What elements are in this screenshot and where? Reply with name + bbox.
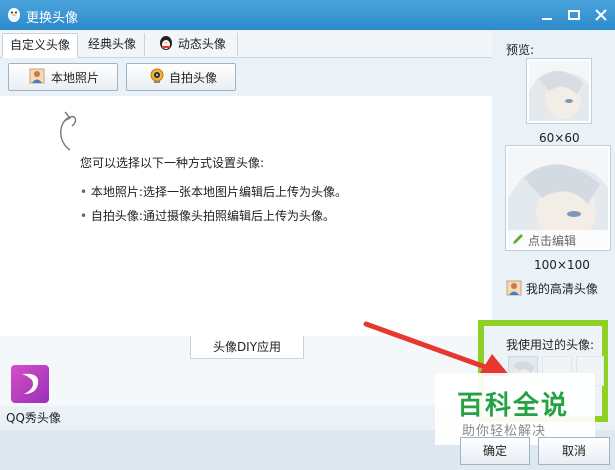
dynamic-penguin-icon — [160, 36, 172, 50]
watermark-box: 百科全说 助你轻松解决 — [435, 373, 595, 445]
bullet-text: 本地照片:选择一张本地图片编辑后上传为头像。 — [90, 185, 347, 199]
diy-tab[interactable]: 头像DIY应用 — [190, 336, 304, 359]
pencil-icon — [513, 234, 523, 244]
preview-small-size: 60×60 — [539, 131, 580, 145]
webcam-icon — [150, 68, 164, 83]
close-icon[interactable] — [590, 4, 612, 26]
tab-label: 动态头像 — [177, 37, 226, 51]
minimize-icon[interactable] — [536, 4, 558, 26]
tab-label: 自定义头像 — [9, 38, 70, 52]
local-photo-label: 本地照片 — [51, 71, 100, 85]
maximize-icon[interactable] — [563, 4, 585, 26]
preview-label: 预览: — [506, 43, 535, 57]
bullet-text: 自拍头像:通过摄像头拍照编辑后上传为头像。 — [90, 209, 335, 223]
hd-avatar-link[interactable]: 我的高清头像 — [506, 280, 598, 298]
tab-dynamic-avatar[interactable]: 动态头像 — [148, 33, 238, 56]
hd-avatar-label: 我的高清头像 — [525, 282, 598, 296]
selfie-label: 自拍头像 — [169, 71, 218, 85]
preview-large-size: 100×100 — [534, 258, 590, 272]
tab-custom-avatar[interactable]: 自定义头像 — [2, 33, 78, 58]
bullet-local-photo: • 本地照片:选择一张本地图片编辑后上传为头像。 — [80, 185, 347, 199]
selfie-button[interactable]: 自拍头像 — [126, 63, 236, 91]
qq-penguin-icon — [8, 8, 20, 22]
qq-show-icon — [11, 365, 49, 403]
tab-label: 经典头像 — [87, 37, 136, 51]
qq-show-label: QQ秀头像 — [6, 411, 61, 425]
title-bar[interactable]: 更换头像 — [0, 0, 615, 30]
instruction-panel: 您可以选择以下一种方式设置头像: • 本地照片:选择一张本地图片编辑后上传为头像… — [0, 96, 492, 336]
window-title: 更换头像 — [26, 11, 79, 26]
preview-small-frame — [526, 58, 592, 124]
ok-button[interactable]: 确定 — [460, 437, 530, 465]
curled-arrow-icon — [60, 111, 77, 151]
watermark-title: 百科全说 — [457, 391, 570, 421]
preview-large-frame[interactable]: 点击编辑 — [505, 145, 611, 251]
cancel-button[interactable]: 取消 — [538, 437, 610, 465]
intro-text: 您可以选择以下一种方式设置头像: — [80, 156, 265, 170]
avatar-window: 更换头像 自定义头像 经典头像 动态头像 本地照片 自拍头像 您可以选择以下一种… — [0, 0, 615, 470]
avatar-preview-small — [529, 61, 589, 121]
local-photo-button[interactable]: 本地照片 — [8, 63, 118, 91]
user-photo-icon — [29, 68, 45, 84]
user-photo-icon — [506, 280, 522, 296]
edit-overlay[interactable]: 点击编辑 — [508, 230, 608, 248]
tab-classic-avatar[interactable]: 经典头像 — [80, 33, 145, 56]
tab-bar: 自定义头像 经典头像 动态头像 — [0, 31, 492, 58]
edit-label: 点击编辑 — [528, 234, 577, 248]
bullet-selfie: • 自拍头像:通过摄像头拍照编辑后上传为头像。 — [80, 209, 335, 223]
qq-show-app[interactable] — [10, 364, 52, 404]
